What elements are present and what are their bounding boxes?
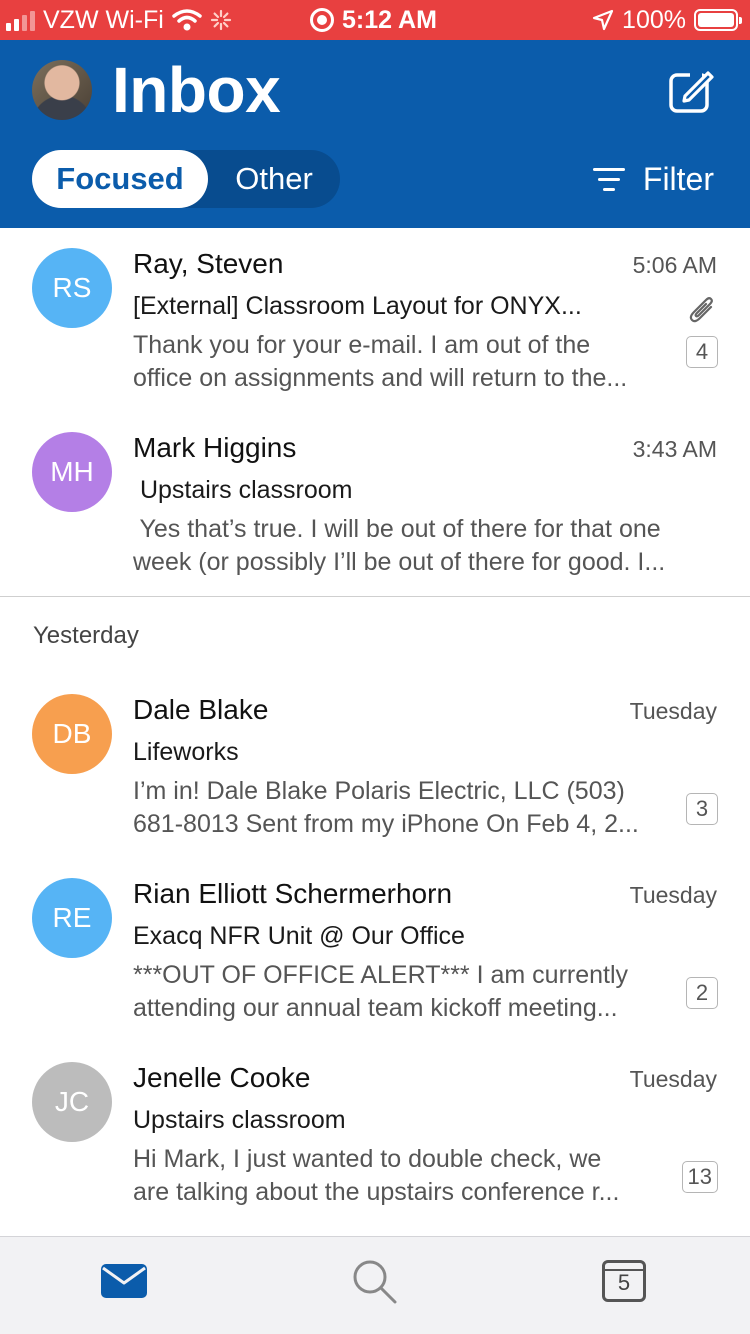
location-arrow-icon <box>592 9 614 31</box>
sender-name: Rian Elliott Schermerhorn <box>133 878 453 909</box>
section-header-yesterday: Yesterday <box>33 622 139 649</box>
carrier-label: VZW Wi-Fi <box>43 5 164 34</box>
message-time: 3:43 AM <box>632 436 717 462</box>
message-time: 5:06 AM <box>632 252 717 278</box>
preview-line: ***OUT OF OFFICE ALERT*** I am currently <box>133 961 629 989</box>
status-left: VZW Wi-Fi <box>6 5 232 35</box>
sender-name: Dale Blake <box>133 694 269 725</box>
status-time: 5:12 AM <box>342 5 437 34</box>
sender-avatar: RS <box>32 248 112 328</box>
sender-avatar: JC <box>32 1062 112 1142</box>
calendar-day: 5 <box>617 1270 631 1295</box>
thread-count-badge: 4 <box>686 336 718 368</box>
preview-line: Yes that’s true. I will be out of there … <box>133 515 661 543</box>
sender-avatar: RE <box>32 878 112 958</box>
message-subject: Lifeworks <box>133 738 239 766</box>
message-subject: [External] Classroom Layout for ONYX... <box>133 292 582 320</box>
sender-avatar: MH <box>32 432 112 512</box>
message-row[interactable]: MH Mark Higgins 3:43 AM Upstairs classro… <box>0 412 750 596</box>
status-right: 100% <box>592 5 742 35</box>
sender-name: Mark Higgins <box>133 432 297 463</box>
preview-line: Thank you for your e-mail. I am out of t… <box>133 331 591 359</box>
screen-recording-icon <box>310 8 334 32</box>
thread-count-badge: 2 <box>686 977 718 1009</box>
tab-other[interactable]: Other <box>208 150 340 208</box>
page-title: Inbox <box>112 54 281 126</box>
message-preview: ***OUT OF OFFICE ALERT*** I am currently… <box>133 959 676 1025</box>
status-bar: VZW Wi-Fi 5:12 AM 100% <box>0 0 750 40</box>
attachment-icon <box>689 297 713 323</box>
wifi-icon <box>172 9 202 31</box>
message-row[interactable]: RE Rian Elliott Schermerhorn Tuesday Exa… <box>0 858 750 1042</box>
sender-name: Ray, Steven <box>133 248 284 279</box>
message-row[interactable]: JC Jenelle Cooke Tuesday Upstairs classr… <box>0 1042 750 1226</box>
message-time: Tuesday <box>629 882 717 908</box>
message-subject: Upstairs classroom <box>133 1106 346 1134</box>
thread-count-badge: 13 <box>681 1161 718 1193</box>
inbox-header: Inbox Focused Other Filter <box>0 40 750 228</box>
preview-line: office on assignments and will return to… <box>133 364 628 392</box>
message-time: Tuesday <box>629 1066 717 1092</box>
tab-calendar[interactable]: 5 <box>598 1257 650 1305</box>
account-avatar[interactable] <box>32 60 92 120</box>
preview-line: attending our annual team kickoff meetin… <box>133 994 618 1022</box>
preview-line: are talking about the upstairs conferenc… <box>133 1178 620 1206</box>
preview-line: I’m in! Dale Blake Polaris Electric, LLC… <box>133 777 625 805</box>
message-preview: Thank you for your e-mail. I am out of t… <box>133 329 676 395</box>
filter-label: Filter <box>642 160 714 197</box>
section-divider <box>0 596 750 597</box>
battery-percent: 100% <box>622 5 686 34</box>
message-subject: Upstairs classroom <box>133 476 353 504</box>
thread-count-badge: 3 <box>686 793 718 825</box>
sender-avatar: DB <box>32 694 112 774</box>
activity-spinner-icon <box>210 9 231 31</box>
filter-icon <box>592 167 625 191</box>
signal-strength-icon <box>6 9 35 31</box>
sender-name: Jenelle Cooke <box>133 1062 311 1093</box>
mail-icon <box>101 1264 147 1298</box>
message-row[interactable]: RS Ray, Steven 5:06 AM [External] Classr… <box>0 228 750 412</box>
tab-focused[interactable]: Focused <box>32 150 208 208</box>
search-icon <box>353 1260 397 1304</box>
message-preview: I’m in! Dale Blake Polaris Electric, LLC… <box>133 775 676 841</box>
status-center: 5:12 AM <box>310 5 437 35</box>
message-preview: Yes that’s true. I will be out of there … <box>133 513 718 579</box>
preview-line: 681-8013 Sent from my iPhone On Feb 4, 2… <box>133 810 639 838</box>
focused-other-toggle: Focused Other <box>32 150 340 208</box>
outlook-inbox-screen: VZW Wi-Fi 5:12 AM 100% Inbox Focused Oth… <box>0 0 750 1334</box>
filter-button[interactable]: Filter <box>592 156 714 202</box>
calendar-icon: 5 <box>602 1260 646 1302</box>
message-subject: Exacq NFR Unit @ Our Office <box>133 922 465 950</box>
message-time: Tuesday <box>629 698 717 724</box>
bottom-tab-bar: 5 <box>0 1236 750 1334</box>
battery-level <box>698 13 734 27</box>
compose-icon[interactable] <box>668 68 714 114</box>
preview-line: week (or possibly I’ll be out of there f… <box>133 548 666 576</box>
tab-search[interactable] <box>348 1257 400 1305</box>
preview-line: Hi Mark, I just wanted to double check, … <box>133 1145 602 1173</box>
message-row[interactable]: DB Dale Blake Tuesday Lifeworks I’m in! … <box>0 674 750 858</box>
message-preview: Hi Mark, I just wanted to double check, … <box>133 1143 676 1209</box>
tab-mail[interactable] <box>98 1257 150 1305</box>
battery-icon <box>694 9 742 31</box>
